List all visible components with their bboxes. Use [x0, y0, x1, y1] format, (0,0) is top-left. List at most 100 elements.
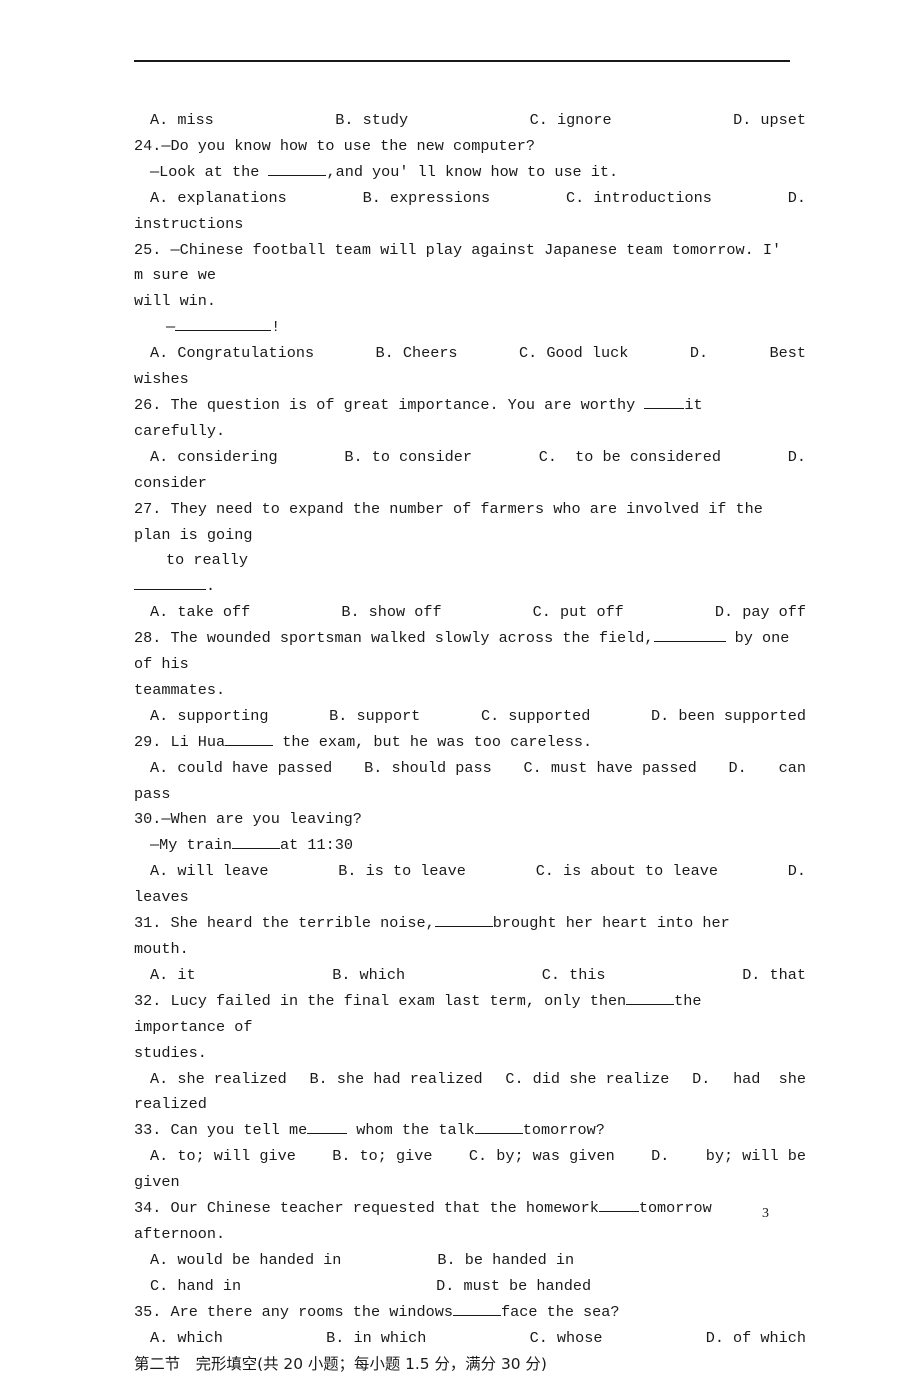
q30-option-a: A. will leave: [150, 859, 268, 885]
q34-blank: [599, 1197, 639, 1212]
q33-blank-1: [307, 1119, 347, 1134]
q33-stem: 33. Can you tell me whom the talktomorro…: [134, 1118, 790, 1144]
q29-stem-pre: Li Hua: [170, 733, 225, 751]
q33-stem-post: tomorrow?: [523, 1121, 605, 1139]
q25-option-d: D.: [690, 341, 708, 367]
q32-option-d: D.: [692, 1067, 710, 1093]
q34-stem: 34. Our Chinese teacher requested that t…: [134, 1196, 790, 1248]
q32-number: 32.: [134, 992, 161, 1010]
q31-option-b: B. which: [332, 963, 405, 989]
q30-stem-answer: —My trainat 11:30: [134, 833, 790, 859]
q31-blank: [435, 912, 493, 927]
q26-options-row: A. considering B. to consider C. to be c…: [134, 445, 806, 471]
q23-option-c: C. ignore: [530, 108, 612, 134]
q28-option-b: B. support: [329, 704, 420, 730]
q27-stem-line1: 27. They need to expand the number of fa…: [134, 497, 790, 549]
q28-option-a: A. supporting: [150, 704, 268, 730]
q34-options-row-1: A. would be handed inB. be handed in: [134, 1248, 790, 1274]
header-rule: [134, 60, 790, 62]
q26-option-d: D.: [788, 445, 806, 471]
document-body: A. miss B. study C. ignore D. upset 24.—…: [134, 108, 790, 1377]
q25-number: 25.: [134, 241, 161, 259]
q26-option-d-continuation: consider: [134, 471, 790, 497]
q24-option-a: A. explanations: [150, 186, 287, 212]
q34-option-d: D. must be handed: [436, 1277, 591, 1295]
q25-option-c: C. Good luck: [519, 341, 628, 367]
q27-option-c: C. put off: [533, 600, 624, 626]
q28-stem-line2: teammates.: [134, 678, 790, 704]
q26-option-a: A. considering: [150, 445, 278, 471]
q29-options-row: A. could have passed B. should pass C. m…: [134, 756, 806, 782]
q33-blank-2: [475, 1119, 523, 1134]
q29-stem: 29. Li Hua the exam, but he was too care…: [134, 730, 790, 756]
q34-options-row-2: C. hand in D. must be handed: [134, 1274, 790, 1300]
q31-options-row: A. it B. which C. this D. that: [134, 963, 912, 989]
q31-stem: 31. She heard the terrible noise,brought…: [134, 911, 790, 963]
q33-options-row: A. to; will give B. to; give C. by; was …: [134, 1144, 806, 1170]
q30-blank: [232, 834, 280, 849]
document-page: A. miss B. study C. ignore D. upset 24.—…: [0, 0, 920, 1302]
q27-options-row: A. take off B. show off C. put off D. pa…: [134, 600, 920, 626]
q31-stem-pre: She heard the terrible noise,: [170, 914, 434, 932]
q24-stem-answer: —Look at the ,and you' ll know how to us…: [134, 160, 790, 186]
q35-blank: [453, 1301, 501, 1316]
q34-option-a: A. would be handed in: [150, 1251, 341, 1269]
q30-option-d: D.: [788, 859, 806, 885]
q29-option-a: A. could have passed: [150, 756, 332, 782]
q32-stem-line2: studies.: [134, 1041, 790, 1067]
section-2-heading: 第二节 完形填空(共 20 小题；每小题 1.5 分，满分 30 分): [134, 1352, 790, 1377]
q32-option-b: B. she had realized: [309, 1067, 482, 1093]
q27-stem-line1-text: They need to expand the number of farmer…: [134, 500, 772, 544]
q29-stem-post: the exam, but he was too careless.: [273, 733, 592, 751]
q30-number: 30.: [134, 810, 161, 828]
q26-blank: [644, 394, 684, 409]
q26-stem: 26. The question is of great importance.…: [134, 393, 790, 445]
q28-options-row: A. supporting B. support C. supported D.…: [134, 704, 806, 730]
q35-number: 35.: [134, 1303, 161, 1321]
q33-option-a: A. to; will give: [150, 1144, 296, 1170]
q31-option-c: C. this: [542, 963, 606, 989]
q28-stem-line1: 28. The wounded sportsman walked slowly …: [134, 626, 790, 678]
q24-option-c: C. introductions: [566, 186, 712, 212]
q29-option-d: D.: [729, 756, 747, 782]
q28-stem-pre: The wounded sportsman walked slowly acro…: [170, 629, 653, 647]
q32-option-a: A. she realized: [150, 1067, 287, 1093]
q25-option-a: A. Congratulations: [150, 341, 314, 367]
q35-option-c: C. whose: [530, 1326, 603, 1352]
q34-stem-pre: Our Chinese teacher requested that the h…: [170, 1199, 598, 1217]
q23-option-d: D. upset: [733, 108, 806, 134]
q30-option-d-continuation: leaves: [134, 885, 790, 911]
q29-option-c: C. must have passed: [524, 756, 697, 782]
q24-blank: [268, 161, 326, 176]
q35-stem-pre: Are there any rooms the windows: [170, 1303, 453, 1321]
q32-stem-pre: Lucy failed in the final exam last term,…: [170, 992, 626, 1010]
q25-stem-line1: 25. —Chinese football team will play aga…: [134, 238, 790, 290]
q25-stem-line1-text: —Chinese football team will play against…: [134, 241, 790, 285]
q31-option-a: A. it: [150, 963, 196, 989]
q30-stem-question: 30.—When are you leaving?: [134, 807, 790, 833]
q24-stem-a-pre: —Look at the: [150, 163, 268, 181]
q29-number: 29.: [134, 733, 161, 751]
q23-option-a: A. miss: [150, 108, 214, 134]
q29-blank: [225, 731, 273, 746]
q32-option-c: C. did she realize: [505, 1067, 669, 1093]
q33-option-d: D.: [651, 1144, 669, 1170]
q26-option-b: B. to consider: [344, 445, 472, 471]
q33-option-c: C. by; was given: [469, 1144, 615, 1170]
q27-blank: [134, 575, 206, 590]
q33-option-b: B. to; give: [332, 1144, 432, 1170]
q25-blank: [175, 316, 271, 331]
q26-option-c: C. to be considered: [539, 445, 721, 471]
q25-reply-post: !: [271, 318, 280, 336]
q24-option-b: B. expressions: [363, 186, 491, 212]
q30-option-b: B. is to leave: [338, 859, 466, 885]
q34-option-c: C. hand in: [150, 1277, 241, 1295]
page-number: 3: [762, 1206, 769, 1222]
q28-option-d: D. been supported: [651, 704, 806, 730]
q33-option-d-continuation: given: [134, 1170, 790, 1196]
q26-stem-pre: The question is of great importance. You…: [170, 396, 644, 414]
q31-option-d: D. that: [742, 963, 806, 989]
q27-stem-line3-post: .: [206, 577, 215, 595]
q24-stem-a-post: ,and you' ll know how to use it.: [326, 163, 618, 181]
q30-options-row: A. will leave B. is to leave C. is about…: [134, 859, 806, 885]
